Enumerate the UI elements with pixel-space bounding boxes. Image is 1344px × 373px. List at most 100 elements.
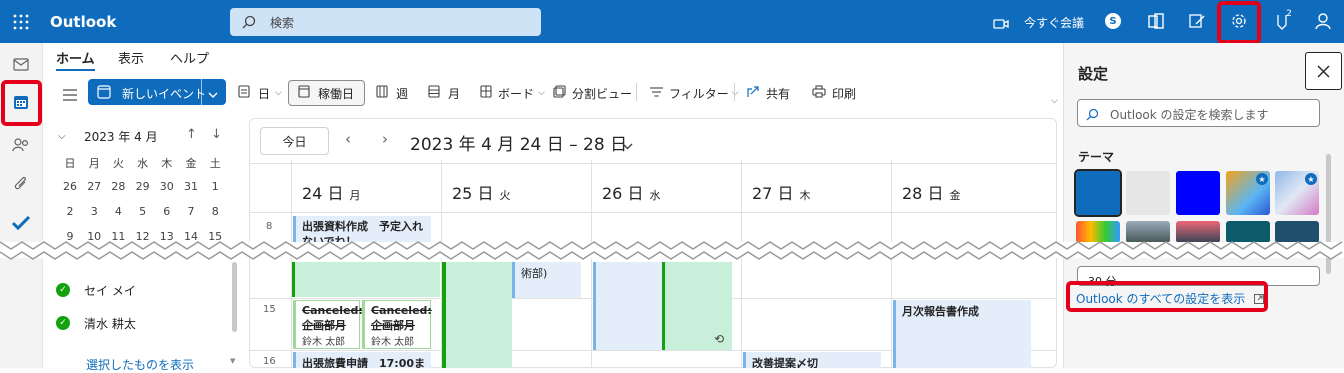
person-item[interactable]: ✓ セイ メイ [56, 281, 136, 299]
theme-swatch-blue-selected[interactable] [1074, 169, 1122, 217]
dropdown-divider [201, 79, 202, 105]
settings-search-placeholder: Outlook の設定を検索します [1110, 108, 1269, 122]
tab-help[interactable]: ヘルプ [170, 48, 209, 67]
mini-cal-day[interactable]: 31 [179, 180, 203, 193]
prev-month-arrow-icon[interactable]: ↑ [186, 127, 197, 142]
theme-swatch-pastel[interactable]: ★ [1275, 171, 1319, 215]
mini-cal-weekday: 金 [185, 157, 197, 170]
mini-cal-day[interactable]: 29 [131, 180, 155, 193]
mini-cal-day[interactable]: 1 [203, 180, 227, 193]
event-block[interactable]: 術部) [512, 262, 581, 298]
scroll-down-arrow-icon[interactable]: ▼ [230, 357, 235, 365]
today-button[interactable]: 今日 [260, 127, 329, 155]
share-label: 共有 [766, 86, 791, 101]
theme-swatch-gradient[interactable]: ★ [1226, 171, 1270, 215]
mini-cal-day[interactable]: 30 [155, 180, 179, 193]
mini-cal-day[interactable]: 27 [82, 180, 106, 193]
mini-cal-day[interactable]: 2 [58, 205, 82, 218]
office-icon[interactable] [1147, 12, 1165, 34]
day-header-tue[interactable]: 25 日火 [441, 160, 591, 212]
month-label: 月 [448, 86, 461, 101]
day-header-wed[interactable]: 26 日水 [591, 160, 741, 212]
tab-home[interactable]: ホーム [56, 48, 95, 71]
app-name[interactable]: Outlook [50, 13, 116, 31]
filter-label: フィルター [669, 86, 729, 101]
event-block[interactable]: 月次報告書作成 [893, 300, 1031, 368]
mini-cal-day[interactable]: 3 [82, 205, 106, 218]
filter-button[interactable]: フィルター ⌵ [650, 80, 739, 106]
mini-cal-weekday: 日 [64, 157, 76, 170]
event-block-green[interactable] [442, 262, 512, 368]
mini-cal-day[interactable]: 28 [106, 180, 130, 193]
share-button[interactable]: 共有 [746, 80, 790, 106]
day-header-thu[interactable]: 27 日木 [741, 160, 891, 212]
mini-cal-day[interactable]: 4 [106, 205, 130, 218]
print-button[interactable]: 印刷 [812, 80, 856, 106]
app-launcher-icon[interactable] [10, 11, 32, 33]
notepad-icon[interactable] [1188, 12, 1206, 34]
hamburger-icon[interactable] [63, 86, 77, 105]
month-view-button[interactable]: 月 [428, 80, 460, 106]
day-label: 日 [258, 86, 271, 101]
settings-search-input[interactable]: Outlook の設定を検索します [1077, 99, 1320, 127]
mini-cal-day[interactable]: 5 [131, 205, 155, 218]
mini-cal-weekday: 土 [209, 157, 221, 170]
hour-label: 15 [263, 304, 276, 315]
event-block[interactable]: 改善提案〆切 [743, 352, 881, 368]
theme-swatch-light-gray[interactable] [1126, 171, 1170, 215]
event-block[interactable] [593, 262, 662, 350]
organizer: 鈴木 太郎 [302, 337, 346, 348]
next-month-arrow-icon[interactable]: ↓ [211, 127, 222, 142]
print-label: 印刷 [832, 86, 857, 101]
video-icon[interactable] [993, 15, 1009, 34]
person-item[interactable]: ✓ 清水 耕太 [56, 314, 136, 332]
day-header-mon[interactable]: 24 日月 [291, 160, 441, 212]
account-icon[interactable] [1314, 12, 1332, 34]
weekday: 月 [349, 189, 361, 202]
day-view-button[interactable]: 日 ⌵ [238, 80, 282, 106]
mini-cal-month[interactable]: 2023 年 4 月 [84, 128, 158, 145]
board-icon [480, 85, 492, 101]
mini-cal-scrollbar[interactable] [232, 262, 237, 332]
hour-label: 16 [263, 356, 276, 367]
board-view-button[interactable]: ボード ⌵ [480, 80, 545, 106]
mini-cal-weekday: 木 [161, 157, 173, 170]
new-event-button[interactable]: 新しいイベント [88, 79, 226, 105]
mini-cal-day[interactable]: 26 [58, 180, 82, 193]
day-header-fri[interactable]: 28 日金 [891, 160, 1041, 212]
date-range-title[interactable]: 2023 年 4 月 24 日 – 28 日 [410, 130, 627, 155]
chevron-down-icon[interactable] [622, 135, 633, 154]
close-button[interactable] [1305, 52, 1342, 90]
search-box[interactable]: 検索 [230, 8, 541, 36]
week-view-button[interactable]: 週 [376, 80, 408, 106]
meet-now-button[interactable]: 今すぐ会議 [1024, 14, 1084, 31]
event-title: 企画部月 [302, 319, 346, 332]
mini-cal-day[interactable]: 6 [155, 205, 179, 218]
todo-icon[interactable] [11, 215, 31, 234]
event-block-green[interactable] [292, 262, 440, 297]
tab-view[interactable]: 表示 [118, 48, 144, 67]
people-icon[interactable] [12, 137, 30, 156]
attachment-icon[interactable] [14, 176, 28, 196]
theme-swatch-bright-blue[interactable] [1176, 171, 1220, 215]
star-icon: ★ [1256, 173, 1268, 185]
mini-cal-day[interactable]: 7 [179, 205, 203, 218]
weekday: 木 [799, 189, 811, 202]
canceled-event[interactable]: Canceled: 企画部月 鈴木 太郎 [362, 300, 432, 349]
star-icon: ★ [1305, 173, 1317, 185]
workweek-view-button[interactable]: 稼働日 [288, 80, 365, 106]
split-view-button[interactable]: 分割ビュー [553, 80, 632, 106]
collapse-chevron-icon[interactable]: ⌵ [58, 131, 66, 142]
show-selected-link[interactable]: 選択したものを表示 [86, 356, 194, 373]
canceled-event[interactable]: Canceled: 企画部月 鈴木 太郎 [293, 300, 363, 349]
skype-icon[interactable]: S [1105, 13, 1121, 29]
mini-cal-day[interactable]: 8 [203, 205, 227, 218]
chevron-down-icon[interactable] [208, 88, 218, 102]
mail-icon[interactable] [13, 56, 29, 75]
collapse-ribbon-icon[interactable]: ⌵ [1051, 96, 1058, 106]
header-bottom-line [250, 212, 1056, 213]
next-week-chevron-icon[interactable]: › [382, 130, 388, 148]
event-block[interactable]: 出張旅費申請 17:00ま [293, 352, 431, 368]
prev-week-chevron-icon[interactable]: ‹ [345, 130, 351, 148]
page-break-zigzag [0, 241, 1344, 260]
